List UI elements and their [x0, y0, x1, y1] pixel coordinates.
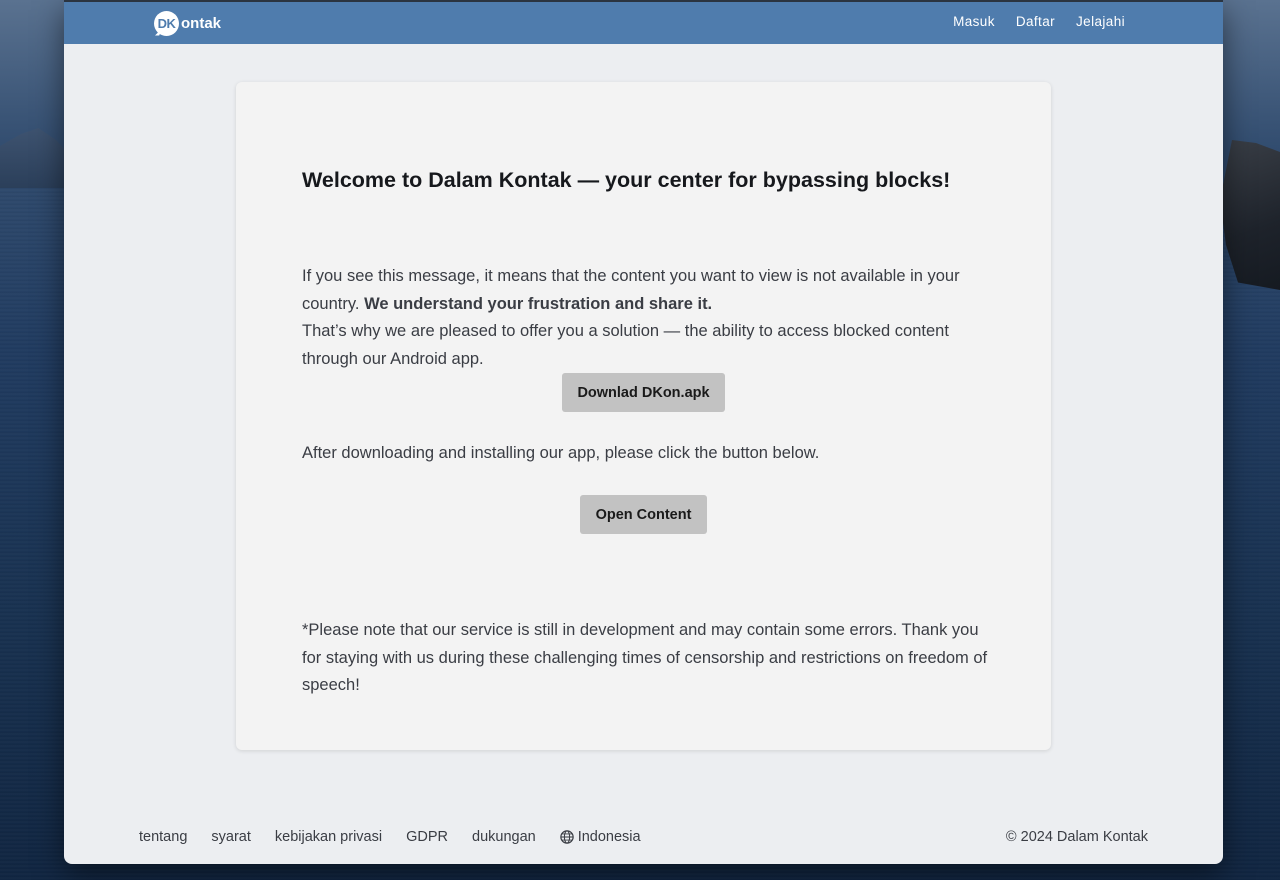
- logo-text: ontak: [181, 14, 222, 32]
- nav-explore-link[interactable]: Jelajahi: [1076, 14, 1125, 29]
- content-card: Welcome to Dalam Kontak — your center fo…: [236, 82, 1051, 750]
- footer-link-support[interactable]: dukungan: [472, 829, 536, 845]
- browser-window: DK ontak Masuk Daftar Jelajahi Welcome t…: [64, 0, 1223, 864]
- site-header: DK ontak Masuk Daftar Jelajahi: [64, 0, 1223, 44]
- download-apk-button[interactable]: Downlad DKon.apk: [562, 373, 725, 412]
- nav-login-link[interactable]: Masuk: [953, 14, 995, 29]
- intro-solution-text: That’s why we are pleased to offer you a…: [302, 322, 949, 368]
- desktop-island-left: [0, 128, 70, 188]
- site-logo[interactable]: DK ontak: [154, 10, 221, 36]
- intro-bold-text: We understand your frustration and share…: [364, 294, 713, 313]
- nav-register-link[interactable]: Daftar: [1016, 14, 1055, 29]
- page-title: Welcome to Dalam Kontak — your center fo…: [302, 168, 951, 192]
- language-selector[interactable]: Indonesia: [559, 829, 641, 845]
- logo-badge-icon: DK: [154, 10, 179, 36]
- footer-link-terms[interactable]: syarat: [211, 829, 251, 845]
- footer-link-privacy[interactable]: kebijakan privasi: [275, 829, 382, 845]
- globe-icon: [559, 830, 574, 844]
- footer-links: tentang syarat kebijakan privasi GDPR du…: [139, 829, 641, 845]
- copyright-text: © 2024 Dalam Kontak: [1005, 829, 1148, 845]
- intro-paragraph: If you see this message, it means that t…: [302, 263, 992, 373]
- header-nav: Masuk Daftar Jelajahi: [953, 14, 1125, 29]
- instruction-paragraph: After downloading and installing our app…: [302, 444, 820, 462]
- open-content-button[interactable]: Open Content: [580, 495, 707, 534]
- footer-link-about[interactable]: tentang: [139, 829, 187, 845]
- language-label: Indonesia: [577, 829, 641, 845]
- site-footer: tentang syarat kebijakan privasi GDPR du…: [64, 820, 1223, 864]
- development-note: *Please note that our service is still i…: [302, 621, 988, 694]
- footer-link-gdpr[interactable]: GDPR: [406, 829, 448, 845]
